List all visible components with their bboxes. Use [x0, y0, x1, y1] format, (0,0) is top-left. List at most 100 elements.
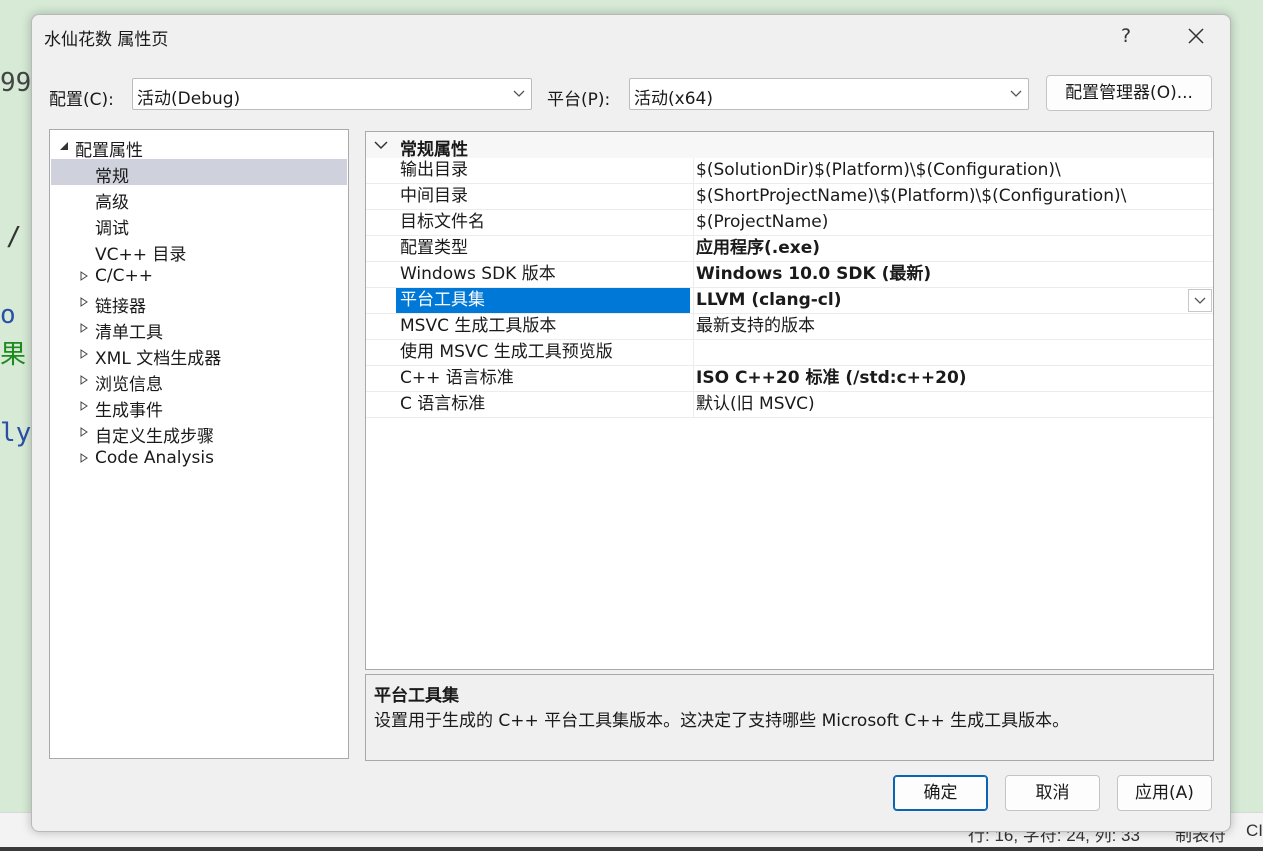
column-divider — [693, 210, 694, 235]
collapsed-triangle-icon — [80, 453, 88, 463]
column-divider — [693, 340, 694, 365]
chevron-down-icon — [374, 141, 388, 150]
property-row[interactable]: 输出目录 $(SolutionDir)$(Platform)\$(Configu… — [366, 158, 1213, 184]
platform-value: 活动(x64) — [634, 89, 713, 109]
taskbar-edge — [0, 847, 1263, 851]
column-divider — [693, 366, 694, 391]
collapsed-triangle-icon — [80, 375, 88, 385]
close-button[interactable] — [1176, 21, 1216, 51]
tree-item-code-analysis[interactable]: Code Analysis — [51, 445, 347, 471]
config-select[interactable]: 活动(Debug) — [132, 78, 532, 110]
column-divider — [693, 314, 694, 339]
tree-item-label: 浏览信息 — [95, 375, 163, 395]
description-text: 设置用于生成的 C++ 平台工具集版本。这决定了支持哪些 Microsoft C… — [374, 711, 1070, 731]
column-divider — [693, 158, 694, 183]
tree-item-cpp[interactable]: C/C++ — [51, 263, 347, 289]
tree-item-advanced[interactable]: 高级 — [51, 185, 347, 213]
tree-item-label: VC++ 目录 — [95, 245, 187, 265]
collapsed-triangle-icon — [80, 323, 88, 333]
property-name: C++ 语言标准 — [400, 368, 514, 388]
tree-item-label: C/C++ — [95, 266, 153, 286]
property-name: 目标文件名 — [400, 212, 485, 232]
property-name: Windows SDK 版本 — [400, 264, 556, 284]
property-row[interactable]: Windows SDK 版本 Windows 10.0 SDK (最新) — [366, 262, 1213, 288]
collapsed-triangle-icon — [80, 271, 88, 281]
platform-select[interactable]: 活动(x64) — [629, 78, 1029, 110]
collapsed-triangle-icon — [80, 401, 88, 411]
tree-item-debugging[interactable]: 调试 — [51, 211, 347, 239]
close-icon — [1188, 28, 1204, 44]
collapsed-triangle-icon — [80, 349, 88, 359]
tree-item-label: XML 文档生成器 — [95, 349, 222, 369]
column-divider — [693, 288, 694, 313]
property-grid: 常规属性 输出目录 $(SolutionDir)$(Platform)\$(Co… — [365, 131, 1214, 670]
property-name: 中间目录 — [400, 186, 468, 206]
code-fragment: / — [6, 222, 22, 252]
tree-item-label: 高级 — [95, 193, 129, 213]
tree-item-label: 常规 — [95, 167, 129, 187]
property-name: 输出目录 — [400, 160, 468, 180]
property-row[interactable]: C 语言标准 默认(旧 MSVC) — [366, 392, 1213, 418]
tree-item-linker[interactable]: 链接器 — [51, 289, 347, 317]
tree-item-label: 配置属性 — [75, 141, 143, 161]
column-divider — [693, 392, 694, 417]
tree-item-label: 清单工具 — [95, 323, 163, 343]
property-pages-dialog: 水仙花数 属性页 ? 配置(C): 活动(Debug) 平台(P): 活动(x6… — [31, 14, 1231, 832]
property-tree: 配置属性 常规 高级 调试 VC++ 目录 C/C++ 链接器 清单工具 XML… — [49, 129, 349, 759]
property-name: C 语言标准 — [400, 394, 486, 414]
ok-button[interactable]: 确定 — [893, 775, 988, 811]
column-divider — [693, 184, 694, 209]
property-row[interactable]: 目标文件名 $(ProjectName) — [366, 210, 1213, 236]
tree-item-general[interactable]: 常规 — [51, 159, 347, 187]
collapsed-triangle-icon — [80, 297, 88, 307]
config-label: 配置(C): — [49, 90, 114, 110]
property-row[interactable]: MSVC 生成工具版本 最新支持的版本 — [366, 314, 1213, 340]
chevron-down-icon — [1010, 90, 1022, 97]
chevron-down-icon — [513, 90, 525, 97]
help-button[interactable]: ? — [1106, 21, 1146, 51]
property-value: Windows 10.0 SDK (最新) — [696, 264, 932, 284]
config-manager-button[interactable]: 配置管理器(O)... — [1046, 75, 1212, 111]
dialog-title: 水仙花数 属性页 — [44, 30, 169, 50]
property-value: 默认(旧 MSVC) — [696, 394, 815, 414]
tree-item-build-events[interactable]: 生成事件 — [51, 393, 347, 421]
property-value: LLVM (clang-cl) — [696, 290, 842, 310]
code-fragment: 果 — [0, 340, 27, 370]
property-value: ISO C++20 标准 (/std:c++20) — [696, 368, 967, 388]
section-header[interactable]: 常规属性 — [366, 132, 1213, 160]
platform-label: 平台(P): — [547, 90, 611, 110]
cancel-button[interactable]: 取消 — [1005, 775, 1100, 811]
description-panel: 平台工具集 设置用于生成的 C++ 平台工具集版本。这决定了支持哪些 Micro… — [365, 674, 1214, 761]
property-name: 使用 MSVC 生成工具预览版 — [400, 342, 613, 362]
apply-button[interactable]: 应用(A) — [1117, 775, 1212, 811]
property-value: $(ProjectName) — [696, 212, 829, 232]
config-value: 活动(Debug) — [137, 89, 241, 109]
code-fragment: ly — [0, 418, 32, 448]
tree-item-label: 调试 — [95, 219, 129, 239]
tree-item-manifest-tool[interactable]: 清单工具 — [51, 315, 347, 343]
value-dropdown-button[interactable] — [1188, 289, 1212, 312]
tree-item-config-properties[interactable]: 配置属性 — [51, 133, 347, 161]
tree-item-label: Code Analysis — [95, 448, 214, 468]
description-title: 平台工具集 — [374, 686, 459, 706]
property-value: $(ShortProjectName)\$(Platform)\$(Config… — [696, 186, 1127, 206]
property-name: MSVC 生成工具版本 — [400, 316, 557, 336]
property-value: 应用程序(.exe) — [696, 238, 821, 258]
property-row[interactable]: 中间目录 $(ShortProjectName)\$(Platform)\$(C… — [366, 184, 1213, 210]
property-value: 最新支持的版本 — [696, 316, 815, 336]
tree-item-browse-information[interactable]: 浏览信息 — [51, 367, 347, 395]
section-title: 常规属性 — [400, 140, 468, 160]
property-row[interactable]: 配置类型 应用程序(.exe) — [366, 236, 1213, 262]
tree-item-vc-directories[interactable]: VC++ 目录 — [51, 237, 347, 265]
property-row[interactable]: 使用 MSVC 生成工具预览版 — [366, 340, 1213, 366]
code-fragment: 99 — [0, 68, 32, 98]
column-divider — [693, 262, 694, 287]
property-row[interactable]: C++ 语言标准 ISO C++20 标准 (/std:c++20) — [366, 366, 1213, 392]
property-name: 配置类型 — [400, 238, 468, 258]
line-ending[interactable]: CI — [1246, 821, 1263, 841]
tree-item-label: 链接器 — [95, 297, 146, 317]
property-value: $(SolutionDir)$(Platform)\$(Configuratio… — [696, 160, 1061, 180]
property-row-selected[interactable]: 平台工具集 LLVM (clang-cl) — [366, 288, 1213, 314]
tree-item-xml-doc-generator[interactable]: XML 文档生成器 — [51, 341, 347, 369]
tree-item-custom-build-step[interactable]: 自定义生成步骤 — [51, 419, 347, 447]
